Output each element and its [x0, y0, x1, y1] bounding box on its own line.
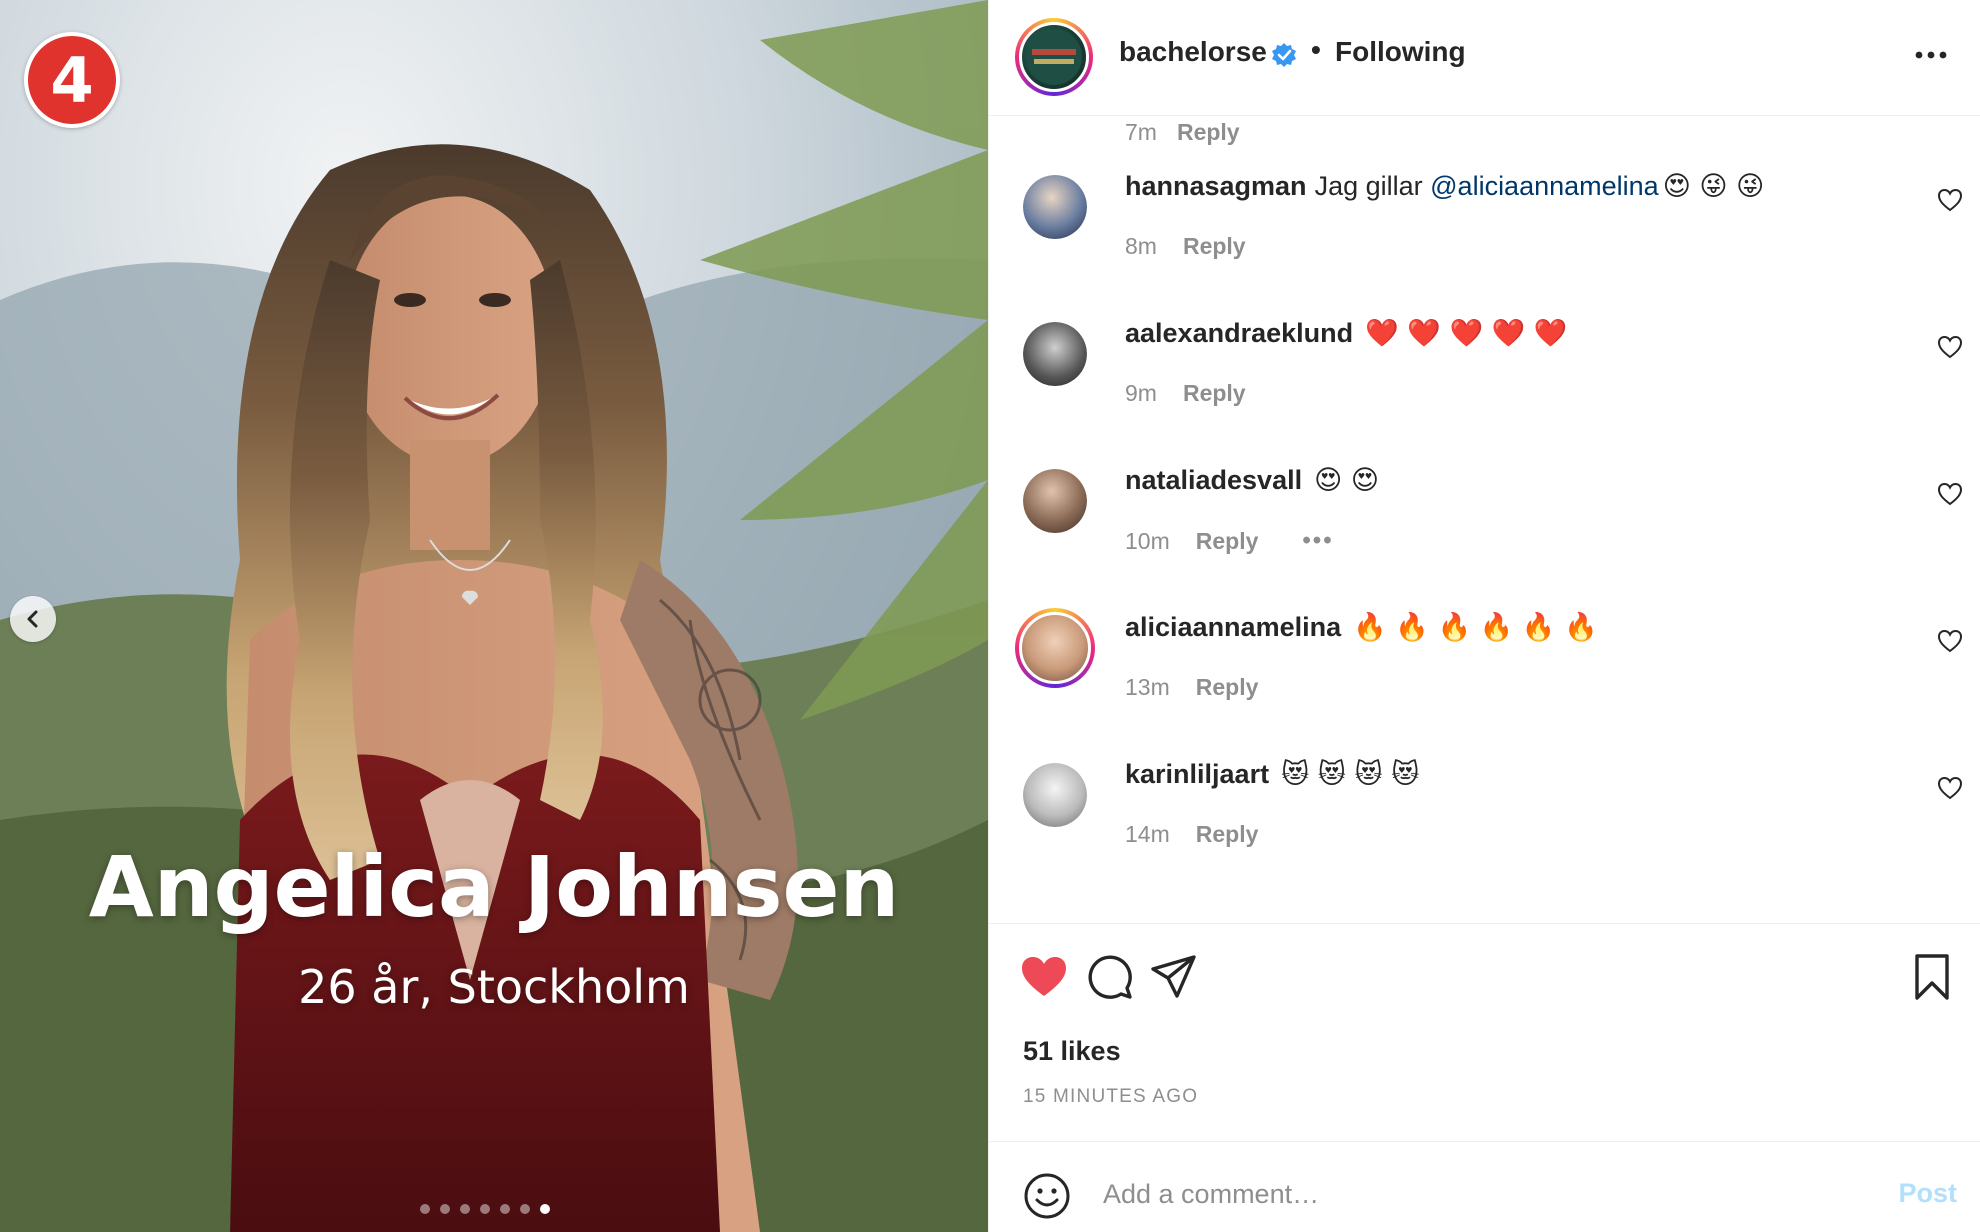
commenter-avatar[interactable]	[1023, 763, 1087, 827]
comment-time[interactable]: 14m	[1125, 821, 1170, 848]
commenter-username[interactable]: hannasagman	[1125, 171, 1307, 201]
carousel-dot	[480, 1204, 490, 1214]
chevron-left-icon	[27, 610, 38, 628]
post-header: bachelorse • Following	[989, 0, 1980, 116]
comment-text: aalexandraeklund ❤️ ❤️ ❤️ ❤️ ❤️	[1125, 314, 1568, 353]
commenter-avatar[interactable]	[1023, 322, 1087, 386]
post-actions: 51 likes 15 MINUTES AGO	[989, 923, 1980, 1141]
comment-meta: 8m Reply	[1125, 233, 1246, 260]
comment-emoji: 😍 😜 😜	[1662, 171, 1765, 202]
more-options-icon[interactable]	[1911, 40, 1951, 70]
bachelor-logo-icon	[1026, 29, 1082, 85]
reply-button[interactable]: Reply	[1196, 674, 1259, 701]
comment-meta: 14m Reply	[1125, 821, 1258, 848]
comment-time[interactable]: 13m	[1125, 674, 1170, 701]
post-media: 4 Angelica Johnsen 26 år, Stockholm	[0, 0, 988, 1232]
following-button[interactable]: Following	[1335, 36, 1466, 68]
comment-item: hannasagman Jag gillar @aliciaannamelina 😍…	[989, 167, 1980, 315]
comment-time[interactable]: 9m	[1125, 380, 1157, 407]
commenter-avatar[interactable]	[1023, 469, 1087, 533]
comment-item: nataliadesvall 😍 😍 10m Reply •••	[989, 461, 1980, 609]
carousel-dot	[540, 1204, 550, 1214]
reply-button[interactable]: Reply	[1196, 528, 1259, 555]
post-timestamp[interactable]: 15 MINUTES AGO	[1023, 1086, 1198, 1108]
comment-meta: 10m Reply •••	[1125, 527, 1334, 555]
comment-like-heart-icon[interactable]	[1937, 187, 1963, 213]
carousel-dot	[420, 1204, 430, 1214]
comment-icon[interactable]	[1085, 952, 1135, 1002]
commenter-username[interactable]: aalexandraeklund	[1125, 318, 1353, 348]
comment-item: aalexandraeklund ❤️ ❤️ ❤️ ❤️ ❤️ 9m Reply	[989, 314, 1980, 462]
emoji-smiley-icon[interactable]	[1023, 1172, 1071, 1220]
comment-emoji: ❤️ ❤️ ❤️ ❤️ ❤️	[1365, 318, 1568, 349]
comment-text: hannasagman Jag gillar @aliciaannamelina 😍…	[1125, 167, 1764, 206]
comments-list[interactable]: 7m Reply hannasagman Jag gillar @aliciaann…	[989, 117, 1980, 923]
comment-body: Jag gillar	[1314, 171, 1423, 201]
carousel-indicator	[420, 1204, 550, 1214]
comment-like-heart-icon[interactable]	[1937, 334, 1963, 360]
post-comment-button[interactable]: Post	[1898, 1178, 1957, 1209]
account-avatar[interactable]	[1015, 18, 1093, 96]
svg-text:4: 4	[50, 44, 93, 117]
carousel-dot	[460, 1204, 470, 1214]
comment-input[interactable]	[1103, 1168, 1803, 1220]
reply-button[interactable]: Reply	[1183, 380, 1246, 407]
add-comment-bar: Post	[989, 1141, 1980, 1232]
account-username[interactable]: bachelorse	[1119, 36, 1267, 68]
carousel-dot	[500, 1204, 510, 1214]
header-separator: •	[1311, 34, 1321, 65]
share-icon[interactable]	[1149, 952, 1199, 1002]
comment-emoji: 😍 😍	[1314, 465, 1379, 496]
post-details-panel: bachelorse • Following 7m Reply hannasagm…	[988, 0, 1980, 1232]
comment-time: 7m	[1125, 119, 1157, 145]
commenter-avatar[interactable]	[1023, 175, 1087, 239]
comment-meta: 9m Reply	[1125, 380, 1246, 407]
comment-text: aliciaannamelina 🔥 🔥 🔥 🔥 🔥 🔥	[1125, 608, 1598, 647]
commenter-username[interactable]: karinliljaart	[1125, 759, 1269, 789]
comment-like-heart-icon[interactable]	[1937, 628, 1963, 654]
comment-like-heart-icon[interactable]	[1937, 481, 1963, 507]
verified-badge-icon	[1272, 43, 1296, 67]
commenter-username[interactable]: aliciaannamelina	[1125, 612, 1341, 642]
mention-link[interactable]: @aliciaannamelina	[1430, 171, 1659, 201]
comment-item: aliciaannamelina 🔥 🔥 🔥 🔥 🔥 🔥 13m Reply	[989, 608, 1980, 756]
overlay-contestant-details: 26 år, Stockholm	[298, 960, 690, 1014]
comment-emoji: 😻 😻 😻 😻	[1281, 759, 1420, 790]
comment-emoji: 🔥 🔥 🔥 🔥 🔥 🔥	[1353, 612, 1598, 643]
commenter-avatar[interactable]	[1015, 608, 1095, 688]
portrait-photo	[0, 0, 988, 1232]
comment-time[interactable]: 8m	[1125, 233, 1157, 260]
comment-text: nataliadesvall 😍 😍	[1125, 461, 1379, 500]
comment-like-heart-icon[interactable]	[1937, 775, 1963, 801]
comment-meta: 13m Reply	[1125, 674, 1258, 701]
comment-options-button[interactable]: •••	[1302, 527, 1333, 555]
save-bookmark-icon[interactable]	[1907, 952, 1957, 1002]
channel-4-logo: 4	[24, 32, 120, 128]
carousel-dot	[520, 1204, 530, 1214]
comment-time[interactable]: 10m	[1125, 528, 1170, 555]
commenter-username[interactable]: nataliadesvall	[1125, 465, 1302, 495]
likes-count[interactable]: 51 likes	[1023, 1036, 1121, 1067]
like-heart-icon[interactable]	[1019, 952, 1069, 1002]
overlay-contestant-name: Angelica Johnsen	[88, 838, 900, 936]
carousel-dot	[440, 1204, 450, 1214]
reply-button[interactable]: Reply	[1177, 119, 1240, 145]
reply-button[interactable]: Reply	[1196, 821, 1259, 848]
comment-text: karinliljaart 😻 😻 😻 😻	[1125, 755, 1419, 794]
comment-item: karinliljaart 😻 😻 😻 😻 14m Reply	[989, 755, 1980, 903]
previous-comment-meta: 7m Reply	[1125, 119, 1240, 146]
reply-button[interactable]: Reply	[1183, 233, 1246, 260]
previous-media-button[interactable]	[10, 596, 56, 642]
